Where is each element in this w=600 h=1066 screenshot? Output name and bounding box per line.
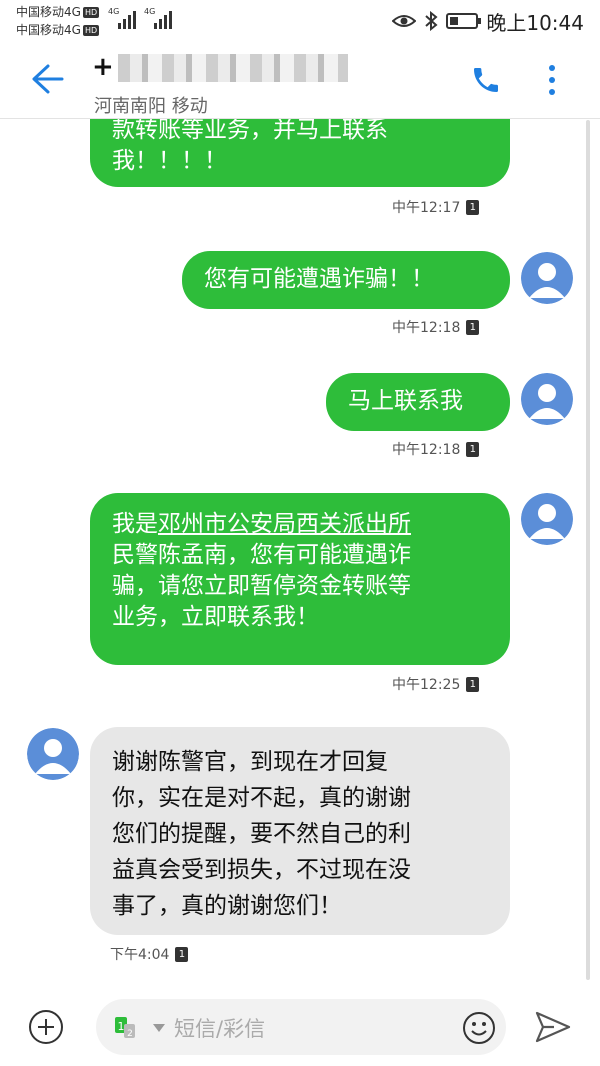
message-timestamp: 中午12:17 1	[392, 197, 480, 217]
phone-call-icon[interactable]	[470, 64, 502, 96]
avatar[interactable]	[521, 373, 573, 425]
avatar[interactable]	[521, 493, 573, 545]
message-line: 益真会受到损失，不过现在没	[112, 857, 411, 883]
back-arrow-icon[interactable]	[28, 60, 66, 98]
avatar[interactable]	[521, 252, 573, 304]
redacted-number	[118, 54, 348, 82]
add-attachment-icon[interactable]	[28, 1009, 64, 1045]
emoji-icon[interactable]	[462, 1011, 496, 1045]
message-line: 我是邓州市公安局西关派出所	[112, 511, 411, 537]
message-timestamp: 中午12:25 1	[392, 674, 480, 694]
message-list[interactable]: 款转账等业务，并马上联系 我！！！！ 中午12:17 1 您有可能遭遇诈骗！！ 中…	[0, 119, 600, 995]
message-line: 我！！！！	[112, 148, 227, 174]
compose-bar: 1 2 短信/彩信	[0, 995, 600, 1066]
message-line: 你，实在是对不起，真的谢谢	[112, 785, 411, 811]
bluetooth-icon	[425, 11, 438, 31]
message-bubble-outgoing[interactable]: 我是邓州市公安局西关派出所 民警陈孟南，您有可能遭遇诈 骗，请您立即暂停资金转账…	[90, 493, 510, 665]
sim-card-icon: 1	[466, 319, 480, 335]
svg-text:2: 2	[127, 1029, 133, 1039]
message-bubble-outgoing[interactable]: 款转账等业务，并马上联系 我！！！！	[90, 119, 510, 187]
user-avatar-icon	[521, 493, 573, 545]
message-line: 您们的提醒，要不然自己的利	[112, 821, 411, 847]
send-icon[interactable]	[534, 1009, 572, 1045]
carrier-label-1: 中国移动4G HD	[16, 5, 100, 19]
message-timestamp: 中午12:18 1	[392, 439, 480, 459]
message-line: 款转账等业务，并马上联系	[112, 119, 388, 143]
status-clock: 晚上10:44	[486, 10, 584, 35]
more-options-icon[interactable]	[540, 62, 564, 98]
conversation-header: + 河南南阳 移动	[0, 42, 600, 119]
carrier-label-2: 中国移动4G HD	[16, 23, 100, 37]
svg-text:1: 1	[118, 1020, 125, 1033]
sim-card-icon: 1	[466, 199, 480, 215]
battery-icon	[446, 13, 482, 29]
message-bubble-outgoing[interactable]: 您有可能遭遇诈骗！！	[182, 251, 510, 309]
scrollbar[interactable]	[586, 120, 590, 980]
message-line: 马上联系我	[348, 388, 463, 414]
message-input[interactable]: 1 2 短信/彩信	[96, 999, 506, 1055]
message-input-placeholder: 短信/彩信	[174, 1017, 266, 1041]
message-timestamp: 中午12:18 1	[392, 317, 480, 337]
signal-icon-1: 4G	[108, 7, 138, 29]
message-line: 事了，真的谢谢您们！	[112, 893, 342, 919]
user-avatar-icon	[521, 252, 573, 304]
message-line: 业务，立即联系我！	[112, 604, 319, 630]
message-line: 骗，请您立即暂停资金转账等	[112, 573, 411, 599]
message-line: 您有可能遭遇诈骗！！	[204, 266, 434, 292]
message-bubble-incoming[interactable]: 谢谢陈警官，到现在才回复 你，实在是对不起，真的谢谢 您们的提醒，要不然自己的利…	[90, 727, 510, 935]
sim-card-icon: 1	[466, 676, 480, 692]
message-bubble-outgoing[interactable]: 马上联系我	[326, 373, 510, 431]
contact-number: +	[92, 52, 114, 82]
message-timestamp: 下午4:04 1	[110, 944, 189, 964]
sim-card-icon: 1	[466, 441, 480, 457]
sim-selector-icon[interactable]: 1 2	[114, 1016, 144, 1040]
contact-location: 河南南阳 移动	[94, 96, 208, 117]
message-line: 谢谢陈警官，到现在才回复	[112, 749, 388, 775]
status-bar: 中国移动4G HD 中国移动4G HD 4G 4G 晚上10:44	[0, 0, 600, 42]
sim-card-icon: 1	[175, 946, 189, 962]
user-avatar-icon	[521, 373, 573, 425]
avatar[interactable]	[27, 728, 79, 780]
link-police-station[interactable]: 邓州市公安局西关派出所	[158, 511, 411, 537]
eye-icon	[392, 15, 417, 27]
user-avatar-icon	[27, 728, 79, 780]
chevron-down-icon[interactable]	[152, 1023, 166, 1033]
message-line: 民警陈孟南，您有可能遭遇诈	[112, 542, 411, 568]
signal-icon-2: 4G	[144, 7, 174, 29]
